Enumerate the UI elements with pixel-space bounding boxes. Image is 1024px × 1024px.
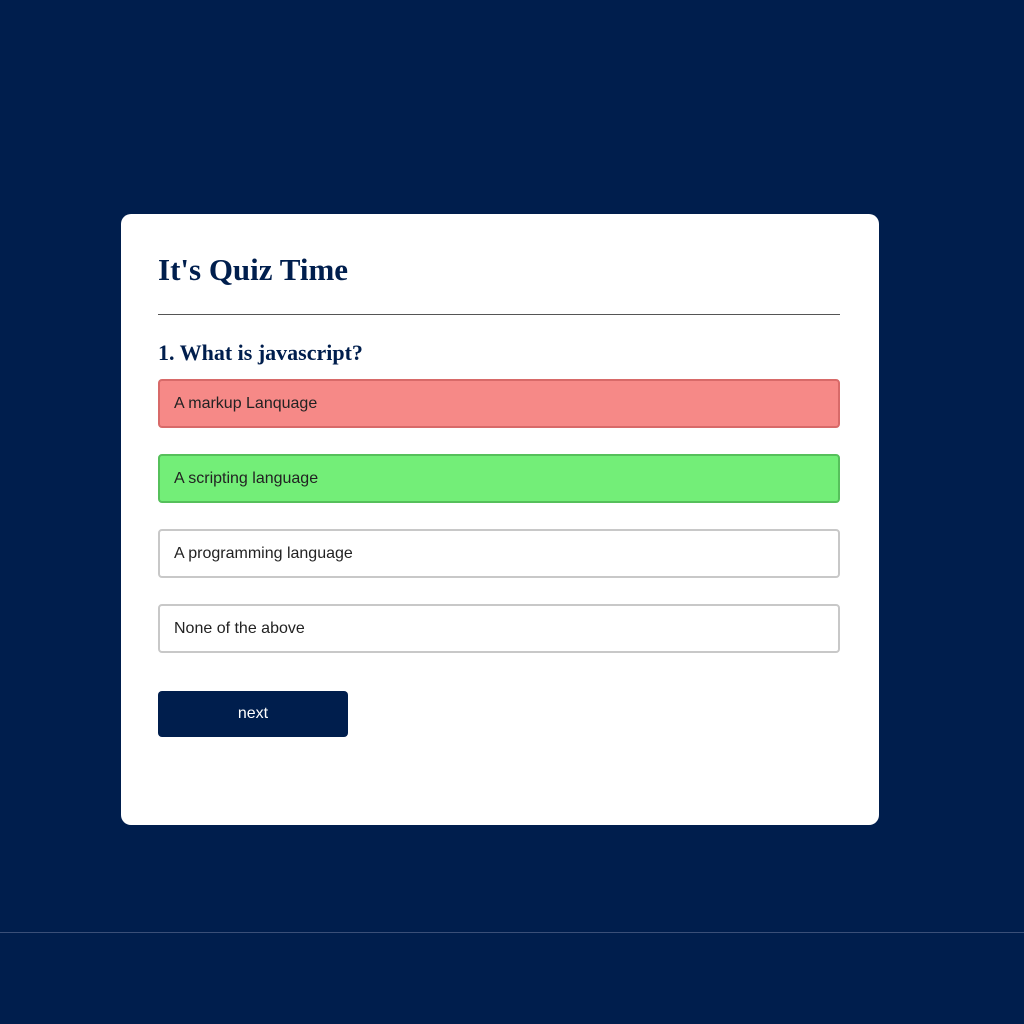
answer-option[interactable]: None of the above: [158, 604, 840, 653]
title-divider: [158, 314, 840, 315]
question-text: 1. What is javascript?: [158, 340, 363, 365]
answer-list: A markup Lanquage A scripting language A…: [158, 379, 840, 679]
bottom-divider: [0, 932, 1024, 933]
answer-option-incorrect[interactable]: A markup Lanquage: [158, 379, 840, 428]
page: It's Quiz Time 1. What is javascript? A …: [0, 0, 1024, 1024]
answer-option[interactable]: A programming language: [158, 529, 840, 578]
next-button[interactable]: next: [158, 691, 348, 737]
quiz-card: It's Quiz Time 1. What is javascript? A …: [121, 214, 879, 825]
answer-option-correct[interactable]: A scripting language: [158, 454, 840, 503]
quiz-title: It's Quiz Time: [158, 252, 349, 287]
